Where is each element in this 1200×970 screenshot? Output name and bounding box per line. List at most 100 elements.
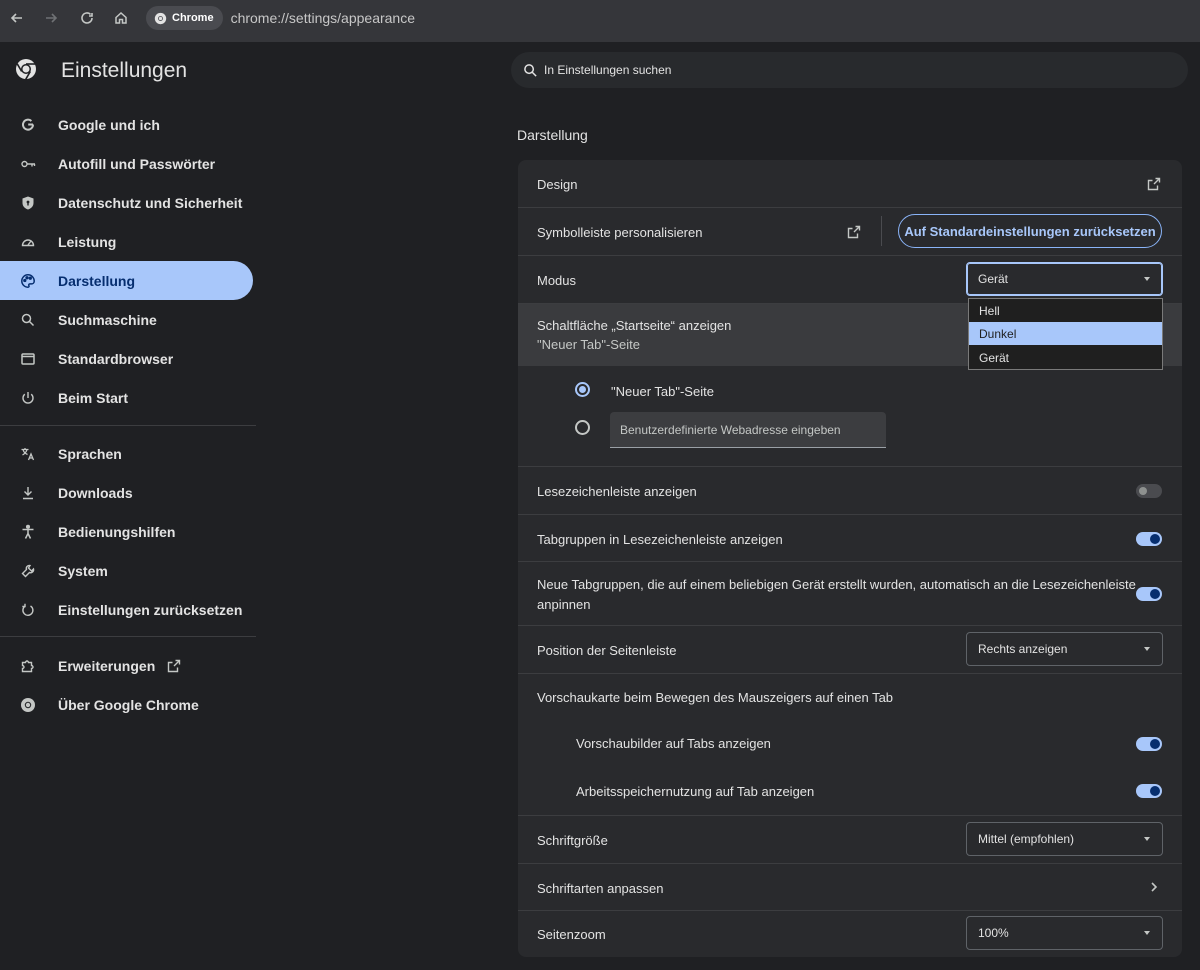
chevron-right-icon[interactable] [1147, 880, 1161, 894]
sidebar-item-search-engine[interactable]: Suchmaschine [0, 300, 253, 339]
external-link-icon[interactable] [846, 224, 862, 240]
chrome-logo-icon [16, 59, 36, 80]
sidebar-item-appearance[interactable]: Darstellung [0, 261, 253, 300]
reset-icon [19, 601, 37, 619]
mode-option-hell[interactable]: Hell [969, 299, 1162, 322]
hover-memory-label: Arbeitsspeichernutzung auf Tab anzeigen [576, 784, 815, 799]
sidebar-item-label: Downloads [58, 484, 133, 501]
address-bar[interactable]: Chrome chrome://settings/appearance [146, 4, 1200, 32]
reset-defaults-button[interactable]: Auf Standardeinstellungen zurücksetzen [898, 214, 1162, 248]
sidebar-item-reset[interactable]: Einstellungen zurücksetzen [0, 590, 253, 629]
palette-icon [19, 272, 37, 290]
sidebar-item-autofill[interactable]: Autofill und Passwörter [0, 144, 253, 183]
external-link-icon[interactable] [1146, 176, 1162, 192]
sidebar-item-label: Standardbrowser [58, 350, 174, 367]
sidepanel-select-value: Rechts anzeigen [978, 642, 1068, 656]
sidebar-item-label: Datenschutz und Sicherheit [58, 194, 243, 211]
sidebar-item-label: Bedienungshilfen [58, 523, 176, 540]
forward-arrow-icon[interactable] [40, 7, 62, 29]
appearance-card: Design Symbolleiste personalisieren Auf … [518, 160, 1182, 957]
power-icon [19, 389, 37, 407]
chrome-chip[interactable]: Chrome [146, 6, 223, 30]
page-title: Einstellungen [61, 59, 188, 82]
page-zoom-label: Seitenzoom [537, 927, 606, 942]
search-icon [524, 63, 537, 77]
sidebar-item-performance[interactable]: Leistung [0, 222, 253, 261]
shield-icon [19, 194, 37, 212]
search-icon [19, 311, 37, 329]
radio-newtab[interactable] [575, 382, 590, 397]
translate-icon [19, 445, 37, 463]
accessibility-icon [19, 523, 37, 541]
sidepanel-select[interactable]: Rechts anzeigen [966, 632, 1163, 666]
tab-groups-toggle[interactable] [1136, 532, 1162, 546]
sidebar-item-label: Erweiterungen [58, 657, 156, 674]
sidebar-item-label: Beim Start [58, 389, 129, 406]
design-row[interactable]: Design [518, 160, 1182, 207]
sidebar-item-default-browser[interactable]: Standardbrowser [0, 339, 253, 378]
mode-dropdown-list: Hell Dunkel Gerät [968, 298, 1163, 370]
sidebar-item-label: Über Google Chrome [58, 696, 199, 713]
page-zoom-select-value: 100% [978, 926, 1009, 940]
sidebar-item-privacy[interactable]: Datenschutz und Sicherheit [0, 183, 253, 222]
sidebar-item-on-startup[interactable]: Beim Start [0, 378, 253, 417]
mode-select[interactable]: Gerät [966, 262, 1163, 296]
section-title: Darstellung [517, 127, 588, 143]
search-placeholder: In Einstellungen suchen [544, 63, 672, 77]
font-size-select-value: Mittel (empfohlen) [978, 832, 1075, 846]
bookmarks-bar-row[interactable]: Lesezeichenleiste anzeigen [518, 466, 1182, 514]
sidebar-item-extensions[interactable]: Erweiterungen [0, 646, 253, 685]
sidebar-item-accessibility[interactable]: Bedienungshilfen [0, 512, 253, 551]
bookmarks-bar-toggle[interactable] [1136, 484, 1162, 498]
radio-newtab-label: "Neuer Tab"-Seite [611, 384, 714, 399]
sidebar-item-google[interactable]: Google und ich [0, 105, 253, 144]
custom-fonts-row[interactable]: Schriftarten anpassen [518, 863, 1182, 910]
sidebar-item-downloads[interactable]: Downloads [0, 473, 253, 512]
google-icon [19, 116, 37, 134]
tab-groups-row[interactable]: Tabgruppen in Lesezeichenleiste anzeigen [518, 514, 1182, 561]
radio-custom-url[interactable] [575, 420, 590, 435]
url-text[interactable]: chrome://settings/appearance [231, 10, 415, 26]
hover-images-row[interactable]: Vorschaubilder auf Tabs anzeigen [518, 720, 1182, 767]
hover-memory-row[interactable]: Arbeitsspeichernutzung auf Tab anzeigen [518, 767, 1182, 815]
hover-memory-toggle[interactable] [1136, 784, 1162, 798]
chrome-logo-icon [154, 12, 167, 24]
sidebar-item-label: Autofill und Passwörter [58, 155, 216, 172]
font-size-select[interactable]: Mittel (empfohlen) [966, 822, 1163, 856]
settings-search-input[interactable]: In Einstellungen suchen [511, 52, 1188, 88]
mode-option-geraet[interactable]: Gerät [969, 346, 1162, 369]
back-arrow-icon[interactable] [6, 7, 28, 29]
browser-toolbar: Chrome chrome://settings/appearance [0, 0, 1200, 36]
hover-images-label: Vorschaubilder auf Tabs anzeigen [576, 736, 771, 751]
sidebar-item-languages[interactable]: Sprachen [0, 434, 253, 473]
custom-fonts-label: Schriftarten anpassen [537, 881, 664, 896]
sidebar-item-about[interactable]: Über Google Chrome [0, 685, 253, 724]
mode-option-dunkel[interactable]: Dunkel [969, 322, 1162, 345]
chip-label: Chrome [172, 12, 214, 24]
auto-pin-row[interactable]: Neue Tabgruppen, die auf einem beliebige… [518, 561, 1182, 625]
external-link-icon [167, 659, 181, 672]
browser-window-icon [19, 350, 37, 368]
hover-images-toggle[interactable] [1136, 737, 1162, 751]
chevron-down-icon [1144, 931, 1150, 935]
sidebar-item-label: Einstellungen zurücksetzen [58, 601, 243, 618]
chevron-down-icon [1144, 277, 1150, 281]
sidebar-item-system[interactable]: System [0, 551, 253, 590]
page-zoom-row: Seitenzoom 100% [518, 910, 1182, 957]
page-zoom-select[interactable]: 100% [966, 916, 1163, 950]
home-button-label: Schaltfläche „Startseite“ anzeigen [537, 318, 732, 333]
auto-pin-toggle[interactable] [1136, 587, 1162, 601]
home-options: "Neuer Tab"-Seite Benutzerdefinierte Web… [518, 366, 1182, 466]
puzzle-icon [19, 657, 37, 675]
hover-card-label: Vorschaukarte beim Bewegen des Mauszeige… [537, 690, 894, 705]
vertical-divider [881, 216, 882, 246]
reload-icon[interactable] [76, 7, 98, 29]
custom-url-field[interactable]: Benutzerdefinierte Webadresse eingeben [610, 412, 886, 448]
toolbar-row: Symbolleiste personalisieren Auf Standar… [518, 207, 1182, 255]
tab-groups-label: Tabgruppen in Lesezeichenleiste anzeigen [537, 532, 783, 547]
sidebar-divider [0, 636, 256, 637]
download-icon [19, 484, 37, 502]
home-icon[interactable] [110, 7, 132, 29]
sidebar-item-label: Google und ich [58, 116, 160, 133]
sidebar-divider [0, 425, 256, 426]
